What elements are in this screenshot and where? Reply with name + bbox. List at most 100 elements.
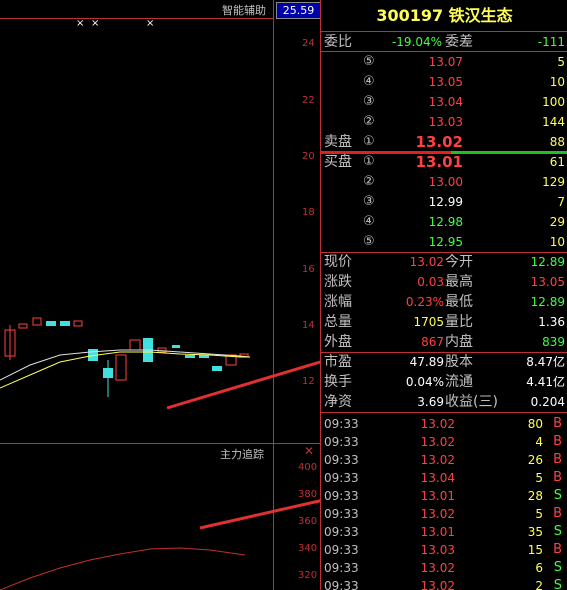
stat-label: 换手: [324, 374, 352, 390]
bid-row-3[interactable]: ③ 12.99 7: [321, 192, 567, 212]
ask-level: ④: [363, 74, 375, 89]
tick-side: S: [553, 524, 562, 539]
tick-price: 13.02: [420, 453, 455, 467]
candle: [115, 354, 127, 381]
ask-price: 13.02: [415, 133, 463, 151]
ask-level: ⑤: [363, 54, 375, 69]
tick-price: 13.01: [420, 489, 455, 503]
stat-row: 换手 0.04% 流通 4.41亿: [321, 372, 567, 392]
y-tick: 18: [302, 207, 315, 218]
stat-value: 0.04%: [405, 375, 444, 389]
weicha-value: -111: [537, 35, 565, 49]
candle: [212, 366, 222, 371]
stat-value: 3.69: [417, 395, 444, 409]
tick-price: 13.04: [420, 471, 455, 485]
bid-level: ②: [363, 174, 375, 189]
y-tick: 20: [302, 151, 315, 162]
tick-row: 09:33 13.01 28 S: [321, 486, 567, 506]
tick-vol: 80: [527, 417, 543, 431]
bid-row-2[interactable]: ② 13.00 129: [321, 172, 567, 192]
bid-level: ①: [363, 154, 375, 169]
stat-value: 47.89: [409, 355, 444, 369]
tick-side: B: [553, 452, 562, 467]
tick-price: 13.01: [420, 525, 455, 539]
tick-row: 09:33 13.02 6 S: [321, 558, 567, 578]
stat-value: 0.03: [417, 275, 444, 289]
stat-value: 1705: [413, 315, 444, 329]
tick-side: B: [553, 416, 562, 431]
stat-value: 12.89: [530, 255, 565, 269]
bid-vol: 10: [549, 235, 565, 249]
bid-vol: 129: [542, 175, 565, 189]
tick-row: 09:33 13.02 26 B: [321, 450, 567, 470]
x-mark: ×: [76, 18, 85, 29]
tick-time: 09:33: [324, 543, 359, 557]
tick-side: B: [553, 470, 562, 485]
y-tick: 12: [302, 376, 315, 387]
ask-row-5[interactable]: ⑤ 13.07 5: [321, 52, 567, 72]
divider: [321, 412, 567, 413]
bid-level: ④: [363, 214, 375, 229]
candle: [172, 345, 180, 348]
stat-value: 12.89: [530, 295, 565, 309]
stat-label: 内盘: [445, 334, 473, 350]
ask-row-3[interactable]: ③ 13.04 100: [321, 92, 567, 112]
stat-label: 股本: [445, 354, 473, 370]
tick-time: 09:33: [324, 561, 359, 575]
candles: [4, 317, 249, 397]
bid-price: 12.99: [428, 195, 463, 209]
tick-time: 09:33: [324, 579, 359, 590]
ask-price: 13.03: [428, 115, 463, 129]
tick-row: 09:33 13.02 5 B: [321, 504, 567, 524]
close-icon[interactable]: ✕: [304, 444, 314, 458]
tick-side: S: [553, 560, 562, 575]
annotation-arrow: [166, 360, 320, 410]
bid-level: ⑤: [363, 234, 375, 249]
bid-price: 12.98: [428, 215, 463, 229]
ask-level: ②: [363, 114, 375, 129]
bid-row-4[interactable]: ④ 12.98 29: [321, 212, 567, 232]
tick-row: 09:33 13.02 80 B: [321, 414, 567, 434]
x-mark: ×: [91, 18, 100, 29]
bid-vol: 7: [557, 195, 565, 209]
stat-value: 839: [542, 335, 565, 349]
stat-value: 13.05: [530, 275, 565, 289]
bid-level: ③: [363, 194, 375, 209]
ask-vol: 88: [549, 135, 565, 149]
ask-row-1[interactable]: 卖盘 ① 13.02 88: [321, 132, 567, 152]
bid-price: 12.95: [428, 235, 463, 249]
ask-row-2[interactable]: ② 13.03 144: [321, 112, 567, 132]
candle: [129, 339, 141, 351]
indicator-value: 25.59: [276, 2, 321, 19]
tick-side: S: [553, 578, 562, 590]
lower-y-tick: 320: [298, 570, 318, 581]
tick-row: 09:33 13.03 15 B: [321, 540, 567, 560]
bid-row-1[interactable]: 买盘 ① 13.01 61: [321, 152, 567, 172]
ask-row-4[interactable]: ④ 13.05 10: [321, 72, 567, 92]
lower-pane-label: 主力追踪: [220, 448, 264, 461]
kline-chart[interactable]: × × × 智能辅助 25.59 24 22 20 18 16 14 12 主力…: [0, 0, 321, 590]
ask-vol: 144: [542, 115, 565, 129]
y-tick: 22: [302, 95, 315, 106]
stat-row: 净资 3.69 收益(三) 0.204: [321, 392, 567, 412]
stat-label: 今开: [445, 254, 473, 270]
stock-title: 300197 铁汉生态: [376, 6, 513, 25]
ask-price: 13.05: [428, 75, 463, 89]
stat-label: 外盘: [324, 334, 352, 350]
stat-label: 涨跌: [324, 274, 352, 290]
stat-row: 总量 1705 量比 1.36: [321, 312, 567, 332]
candle: [60, 321, 70, 326]
stat-label: 最低: [445, 294, 473, 310]
stat-label: 收益(三): [445, 394, 498, 410]
kline-svg: [0, 0, 320, 590]
stat-value: 0.23%: [405, 295, 444, 309]
stat-row: 外盘 867 内盘 839: [321, 332, 567, 352]
stat-value: 1.36: [538, 315, 565, 329]
bid-row-5[interactable]: ⑤ 12.95 10: [321, 232, 567, 252]
tick-time: 09:33: [324, 507, 359, 521]
stat-value: 867: [421, 335, 444, 349]
tick-row: 09:33 13.02 2 S: [321, 576, 567, 590]
indicator-label: 智能辅助: [222, 4, 266, 17]
candle: [73, 320, 83, 327]
ask-vol: 5: [557, 55, 565, 69]
